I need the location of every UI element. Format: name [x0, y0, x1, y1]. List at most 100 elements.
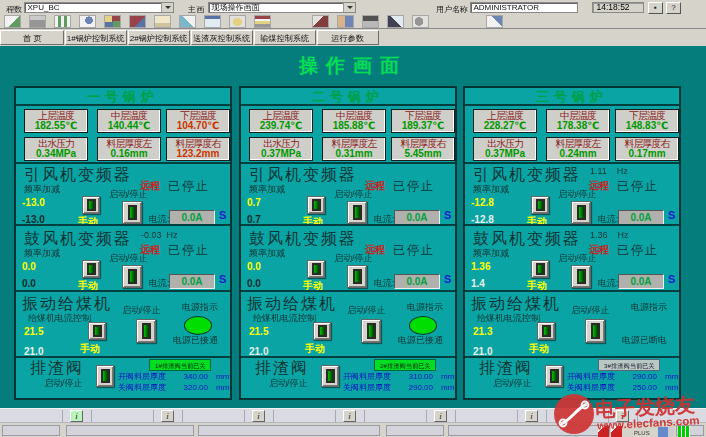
freq-adjust-button[interactable] — [531, 260, 549, 278]
temp-box: 下层温度 189.37℃ — [391, 109, 455, 133]
current-label: 电流: — [149, 278, 170, 289]
tab-slag[interactable]: 送渣灰控制系统 — [191, 30, 253, 45]
info-button[interactable]: i — [434, 410, 447, 422]
temp-box: 上层温度 239.74℃ — [249, 109, 313, 133]
power-label: 电源指示 — [407, 302, 443, 313]
folder-icon[interactable] — [154, 15, 171, 28]
status-stopped: 已停止 — [393, 178, 435, 195]
info-button[interactable]: i — [70, 410, 83, 422]
close-threshold-row: 关阀料层厚度320.00mm — [118, 382, 229, 393]
section-title: 鼓风机变频器 — [473, 229, 581, 250]
freq-setpoint: 0.0 — [22, 261, 36, 272]
project-combo[interactable]: XPU_BC — [24, 2, 174, 13]
current-readout: 0.0A — [618, 210, 664, 225]
status-field[interactable] — [386, 425, 444, 436]
photo-icon[interactable] — [362, 15, 379, 28]
bar-chart-icon[interactable] — [54, 15, 71, 28]
back-arrow-icon[interactable] — [179, 15, 196, 28]
valve-status-badge: 2#排渣阀当前已关 — [374, 359, 436, 371]
manual-label: 手动 — [78, 215, 98, 226]
manual-label: 手动 — [303, 279, 323, 292]
temp-box: 出水压力 0.34MPa — [24, 137, 88, 161]
section-title: 振动给煤机 — [247, 294, 337, 315]
status-stopped: 已停止 — [168, 178, 210, 195]
freq-setpoint: -12.8 — [471, 197, 494, 208]
chevron-down-icon[interactable] — [343, 3, 355, 12]
separator — [455, 410, 456, 422]
start-stop-button[interactable] — [585, 319, 605, 343]
freq-label: 频率加减 — [24, 248, 60, 259]
startstop-label: 启动/停止 — [269, 378, 308, 389]
feeder-adjust-button[interactable] — [88, 322, 106, 340]
current-label: 电流: — [598, 278, 619, 289]
status-stopped: 已停止 — [393, 242, 435, 259]
freq-feedback: 1.4 — [471, 278, 485, 289]
start-stop-button[interactable] — [122, 201, 142, 224]
valve-button[interactable] — [545, 365, 563, 387]
current-readout: 0.0A — [394, 210, 440, 225]
freq-adjust-button[interactable] — [307, 196, 325, 214]
feeder-setpoint: 21.5 — [24, 326, 43, 337]
temp-box: 料层厚度左 0.31mm — [322, 137, 386, 161]
freq-setpoint: 1.36 — [471, 261, 490, 272]
start-stop-button[interactable] — [347, 201, 367, 224]
start-stop-button[interactable] — [347, 265, 367, 288]
film-icon[interactable] — [387, 15, 404, 28]
image-icon[interactable] — [129, 15, 146, 28]
valve-button[interactable] — [321, 365, 339, 387]
report-icon[interactable] — [254, 15, 271, 28]
info-button[interactable]: i — [343, 410, 356, 422]
status-field[interactable] — [198, 425, 380, 436]
tab-boiler2[interactable]: 2#锅炉控制系统 — [128, 30, 190, 45]
palette-icon[interactable] — [104, 15, 121, 28]
current-readout: 0.0A — [169, 274, 215, 289]
status-stopped: 已停止 — [617, 178, 659, 195]
feeder-setpoint: 21.5 — [249, 326, 268, 337]
status-field[interactable] — [2, 425, 60, 436]
window-icon[interactable] — [204, 15, 221, 28]
freq-adjust-button[interactable] — [82, 260, 100, 278]
printer-icon[interactable] — [29, 15, 46, 28]
freq-adjust-button[interactable] — [82, 196, 100, 214]
temp-box: 上层温度 182.55℃ — [24, 109, 88, 133]
power-label: 电源指示 — [631, 302, 667, 313]
info-button[interactable]: i — [161, 410, 174, 422]
export-window-icon[interactable] — [486, 15, 503, 28]
temp-box: 出水压力 0.37MPa — [249, 137, 313, 161]
screen-combo[interactable]: 现场操作画面 — [208, 2, 356, 13]
bell-icon[interactable] — [229, 15, 246, 28]
start-stop-button[interactable] — [571, 201, 591, 224]
coal-feeder-section: 振动给煤机 给煤机电流控制 21.3 21.0 手动 启动/停止 电源指示 电源… — [465, 292, 679, 358]
exit-icon[interactable] — [4, 15, 21, 28]
gear-icon[interactable] — [412, 15, 429, 28]
tab-boiler1[interactable]: 1#锅炉控制系统 — [65, 30, 127, 45]
start-stop-button[interactable] — [122, 265, 142, 288]
help-button[interactable]: ? — [666, 2, 681, 14]
blower-fan-section: 鼓风机变频器 1.36 Hz 频率加减 远程 已停止 启动/停止 1.36 1.… — [465, 226, 679, 292]
freq-setpoint: -13.0 — [22, 197, 45, 208]
tab-params[interactable]: 运行参数 — [317, 30, 379, 45]
users-icon[interactable] — [337, 15, 354, 28]
start-stop-button[interactable] — [571, 265, 591, 288]
user-field[interactable]: ADMINISTRATOR — [470, 2, 578, 13]
feeder-adjust-button[interactable] — [313, 322, 331, 340]
freq-adjust-button[interactable] — [531, 196, 549, 214]
tab-home[interactable]: 首 页 — [0, 30, 64, 45]
button-slot-icon — [318, 325, 327, 337]
start-stop-button[interactable] — [361, 319, 381, 343]
key-icon[interactable] — [312, 15, 329, 28]
key-button[interactable]: ▪ — [648, 2, 663, 14]
status-field[interactable] — [66, 425, 194, 436]
tab-coal[interactable]: 输煤控制系统 — [254, 30, 316, 45]
chevron-down-icon[interactable] — [161, 3, 173, 12]
zoom-icon[interactable] — [79, 15, 96, 28]
feeder-adjust-button[interactable] — [537, 322, 555, 340]
power-status: 电源已接通 — [173, 335, 218, 346]
freq-adjust-button[interactable] — [307, 260, 325, 278]
start-stop-button[interactable] — [136, 319, 156, 343]
section-title: 鼓风机变频器 — [24, 229, 132, 250]
manual-label: 手动 — [78, 279, 98, 292]
valve-button[interactable] — [96, 365, 114, 387]
button-slot-icon — [550, 369, 559, 383]
info-button[interactable]: i — [252, 410, 265, 422]
